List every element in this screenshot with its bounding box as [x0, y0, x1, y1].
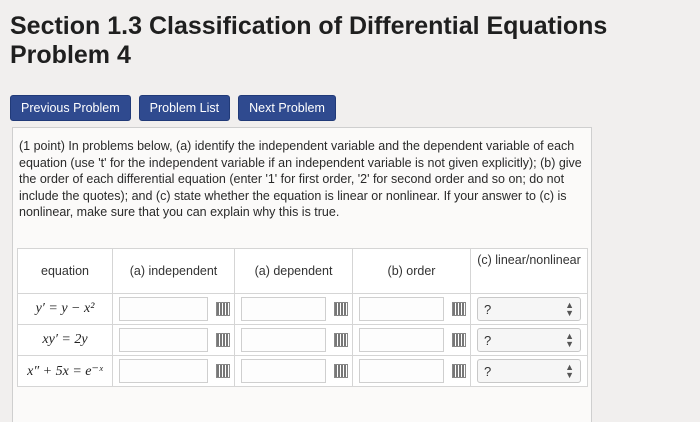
problem-card: (1 point) In problems below, (a) identif… [12, 127, 592, 422]
updown-arrows-icon: ▲ ▼ [565, 331, 574, 349]
dependent-input[interactable] [241, 297, 326, 321]
dependent-input[interactable] [241, 359, 326, 383]
order-input[interactable] [359, 297, 444, 321]
dependent-cell [234, 324, 353, 356]
equation-cell: y′ = y − x² [17, 293, 113, 325]
dependent-cell [234, 355, 353, 387]
equation-cell: x″ + 5x = e⁻ˣ [17, 355, 113, 387]
section-title: Section 1.3 Classification of Differenti… [10, 12, 608, 40]
updown-arrows-icon: ▲ ▼ [565, 300, 574, 318]
matrix-input-icon[interactable] [334, 333, 348, 347]
problem-page: Section 1.3 Classification of Differenti… [0, 0, 700, 422]
linear-nonlinear-select[interactable]: ? ▲ ▼ [477, 359, 581, 383]
linear-nonlinear-select[interactable]: ? ▲ ▼ [477, 328, 581, 352]
matrix-input-icon[interactable] [216, 302, 230, 316]
table-header-row: equation (a) independent (a) dependent (… [17, 248, 588, 294]
header-independent: (a) independent [112, 248, 235, 294]
matrix-input-icon[interactable] [216, 364, 230, 378]
matrix-input-icon[interactable] [334, 364, 348, 378]
equation-cell: xy′ = 2y [17, 324, 113, 356]
header-linear-nonlinear: (c) linear/nonlinear [470, 248, 588, 294]
problem-nav: Previous Problem Problem List Next Probl… [10, 95, 336, 121]
order-cell [352, 293, 471, 325]
next-problem-button[interactable]: Next Problem [238, 95, 336, 121]
dependent-cell [234, 293, 353, 325]
linear-cell: ? ▲ ▼ [470, 324, 588, 356]
independent-input[interactable] [119, 359, 208, 383]
matrix-input-icon[interactable] [452, 364, 466, 378]
header-dependent: (a) dependent [234, 248, 353, 294]
linear-nonlinear-select[interactable]: ? ▲ ▼ [477, 297, 581, 321]
header-order: (b) order [352, 248, 471, 294]
table-row: y′ = y − x² ? ▲ ▼ [17, 293, 588, 325]
select-value: ? [484, 332, 492, 348]
problem-list-button[interactable]: Problem List [138, 95, 231, 121]
table-row: xy′ = 2y ? ▲ ▼ [17, 324, 588, 356]
independent-cell [112, 324, 235, 356]
select-value: ? [484, 301, 492, 317]
linear-cell: ? ▲ ▼ [470, 293, 588, 325]
independent-input[interactable] [119, 328, 208, 352]
order-input[interactable] [359, 328, 444, 352]
matrix-input-icon[interactable] [334, 302, 348, 316]
order-cell [352, 355, 471, 387]
matrix-input-icon[interactable] [216, 333, 230, 347]
independent-cell [112, 355, 235, 387]
matrix-input-icon[interactable] [452, 302, 466, 316]
previous-problem-button[interactable]: Previous Problem [10, 95, 131, 121]
problem-title: Problem 4 [10, 41, 131, 69]
problem-instructions: (1 point) In problems below, (a) identif… [19, 139, 582, 219]
page-title: Section 1.3 Classification of Differenti… [10, 12, 607, 70]
answer-table: equation (a) independent (a) dependent (… [17, 248, 588, 387]
table-row: x″ + 5x = e⁻ˣ ? ▲ ▼ [17, 355, 588, 387]
dependent-input[interactable] [241, 328, 326, 352]
header-equation: equation [17, 248, 113, 294]
matrix-input-icon[interactable] [452, 333, 466, 347]
independent-input[interactable] [119, 297, 208, 321]
linear-cell: ? ▲ ▼ [470, 355, 588, 387]
order-input[interactable] [359, 359, 444, 383]
independent-cell [112, 293, 235, 325]
select-value: ? [484, 363, 492, 379]
order-cell [352, 324, 471, 356]
updown-arrows-icon: ▲ ▼ [565, 362, 574, 380]
